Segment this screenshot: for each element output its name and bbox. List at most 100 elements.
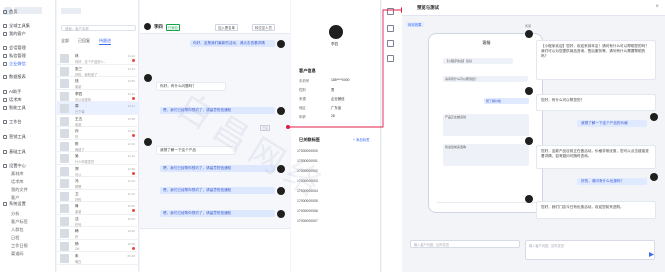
avatar [60, 91, 69, 101]
row-time: 10:55 [127, 204, 135, 208]
conversation-row[interactable]: 蒋谢谢 10:55 [57, 202, 139, 215]
nav-icon [3, 120, 7, 124]
nav-subitem[interactable]: 分析 [11, 210, 19, 218]
conversation-row[interactable]: 张三 好的，我知道了 14:10 [57, 65, 139, 77]
row-preview: 好 [75, 235, 79, 239]
nav-label: 基础工具 [9, 149, 26, 154]
blacklist-button[interactable]: 加入黑名单 [215, 24, 238, 31]
nav-icon [3, 98, 7, 102]
nav-item[interactable]: 基础工具 [3, 148, 26, 156]
tab-followup[interactable]: 待跟进 [99, 38, 111, 45]
nav-subitem[interactable]: 我的文件 [11, 186, 28, 194]
nav-subitem[interactable]: 人群包 [11, 226, 24, 234]
search-input[interactable]: 搜索：客户名称 [61, 25, 136, 31]
nav-item[interactable]: 会话管理 [3, 44, 26, 52]
nav-subitem[interactable]: 话术库 [11, 178, 24, 186]
nav-icon [3, 150, 7, 154]
nav-icon [3, 54, 7, 58]
nav-item[interactable]: 数据报表 [3, 73, 26, 81]
nav-subitem[interactable]: 日程 [11, 234, 19, 242]
bot-avatar [525, 30, 533, 38]
tag-item[interactable]: 17000000006 [297, 208, 377, 214]
row-time: 13:21 [127, 104, 135, 108]
list-title-placeholder [61, 8, 81, 14]
avatar [60, 54, 69, 63]
tab-web-preview[interactable]: 网页效果 [406, 22, 424, 27]
transfer-button[interactable]: 转交至人员 [252, 24, 275, 31]
chat-message: 您好，我们门店今日有优惠活动，欢迎您前来选购。 [536, 201, 656, 219]
nav-icon [3, 24, 7, 28]
conversation-row[interactable]: 卫好的 11:10 [57, 190, 139, 202]
conversation-row[interactable]: 杨 OK 10:05 [57, 240, 139, 252]
nav-item[interactable]: AI助手 [3, 88, 21, 96]
nav-item[interactable]: 私信管理 [3, 52, 26, 60]
row-preview: 好的，我知道了 [75, 72, 98, 77]
phone-input[interactable] [437, 202, 536, 208]
contact-avatar [144, 23, 151, 30]
row-time: 11:32 [127, 179, 135, 183]
add-tag-button[interactable]: + 添加标签 [353, 137, 369, 142]
nav-item[interactable]: 设置中心 [3, 162, 26, 170]
message-composer[interactable] [140, 228, 290, 272]
nav-item[interactable]: 营销工具 [3, 133, 26, 141]
nav-item[interactable]: 智能工具 [3, 104, 26, 112]
close-icon[interactable]: × [655, 4, 659, 10]
contact-status-badge: 已添加 [166, 24, 180, 31]
phone-message: 产品正在做活动 [443, 114, 529, 136]
nav-subitem[interactable]: 素材库 [11, 170, 24, 178]
row-time: 11:10 [127, 191, 135, 196]
row-preview: 麻烦了 [75, 147, 85, 152]
phone-message: 请问有什么可以帮到您？ [443, 76, 528, 83]
nav-subitem[interactable]: 工作日报 [11, 242, 28, 250]
nav-item[interactable]: 话术库 [3, 96, 22, 104]
unread-badge [132, 209, 135, 212]
conversation-row[interactable]: 林你好，这个产品怎么... 14:22 [57, 52, 139, 65]
avatar [60, 191, 69, 201]
conversation-row[interactable]: 吴什么时候发货 12:12 [57, 152, 139, 165]
row-preview: 好 [75, 135, 79, 139]
list-tabs: 全部 已回复 待跟进 [61, 38, 136, 45]
contact-avatar [144, 138, 152, 146]
phone-message: 欢迎您前来选购 [443, 144, 529, 166]
test-question-input[interactable]: 输入客户问题，回车发送 [525, 240, 655, 260]
conversation-row[interactable]: 冯嗯嗯 11:32 [57, 177, 139, 190]
nav-item[interactable]: 工作台 [3, 118, 22, 126]
message-text: 你好，这是我们最新的活动， [193, 41, 240, 45]
nav-item[interactable]: 首页 [3, 8, 17, 16]
phone-question-input[interactable]: 输入客户问题，回车发送 [410, 240, 520, 248]
nav-icon [3, 202, 7, 206]
nav-item[interactable]: 我的客户 [3, 30, 26, 38]
nav-subitem[interactable]: 客户 [11, 194, 19, 202]
avatar [60, 166, 69, 176]
user-avatar [650, 173, 658, 181]
chat-message: 您好，有什么可以帮您的？ [536, 94, 656, 111]
conversation-row[interactable]: 李四 可以优惠吗 13:40 [57, 90, 139, 102]
conversation-row[interactable]: 沈在吗 10:40 [57, 215, 139, 227]
nav-subitem[interactable]: 渠道码 [11, 250, 24, 258]
phone-message: 【小程序欢迎】您好 [443, 58, 513, 65]
conversation-row[interactable]: 王五 收到 12:58 [57, 115, 139, 127]
row-preview: 什么时候发货 [75, 160, 95, 164]
row-preview: 明白 [75, 260, 82, 264]
conversation-row[interactable]: 朱明白 09:48 [57, 252, 139, 265]
nav-item[interactable]: 企业微信 [3, 60, 26, 68]
conversation-row[interactable]: 孙好 12:40 [57, 127, 139, 140]
conversation-row[interactable]: 周已下单 13:21 [57, 102, 139, 115]
conversation-row[interactable]: 钱谢谢 13:55 [57, 77, 139, 90]
avatar [60, 116, 69, 126]
tab-all[interactable]: 全部 [61, 38, 69, 45]
row-preview: 已下单 [75, 110, 85, 114]
avatar [60, 254, 69, 263]
tag-item[interactable]: 17000000007 [297, 218, 377, 224]
unread-badge [132, 96, 135, 100]
tab-replied[interactable]: 已回复 [78, 38, 90, 45]
conversation-row[interactable]: 陈麻烦了 12:30 [57, 140, 139, 152]
conversation-row[interactable]: 郑可以 11:50 [57, 165, 139, 177]
nav-item[interactable]: 全域工具集 [3, 22, 30, 30]
message-bubble: 嗯，我们已经帮你预约了，请留意短信通知 [160, 187, 275, 194]
sender-avatar [277, 210, 285, 218]
nav-label: 工作台 [9, 119, 22, 124]
conversation-row[interactable]: 韩好 10:20 [57, 227, 139, 240]
row-preview: 收到 [75, 122, 82, 127]
nav-subitem[interactable]: 客户标签 [11, 218, 28, 226]
